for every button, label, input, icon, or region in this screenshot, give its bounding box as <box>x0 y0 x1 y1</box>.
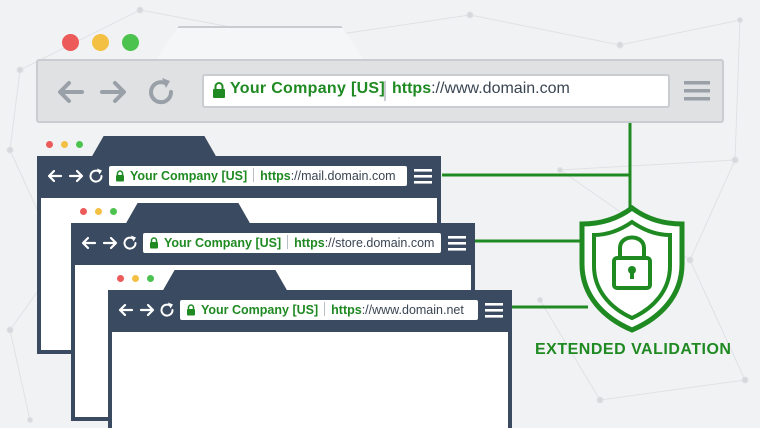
browser-window-net: Your Company [US] https://www.domain.net <box>108 270 512 428</box>
url-text: https://www.domain.com <box>392 80 570 98</box>
address-bar[interactable]: Your Company [US] https://www.domain.com <box>202 74 670 108</box>
url-text: Your Company [US] https://www.domain.net <box>201 302 464 317</box>
window-close-dot[interactable] <box>80 208 87 215</box>
main-browser-window: Your Company [US] https://www.domain.com <box>36 0 724 123</box>
browser-tab[interactable] <box>125 203 251 225</box>
url-text: Your Company [US] https://mail.domain.com <box>130 168 396 183</box>
window-close-dot[interactable] <box>46 141 53 148</box>
url-address: ://store.domain.com <box>324 236 435 250</box>
company-name: Your Company [US] <box>164 236 282 250</box>
url-divider <box>324 302 326 316</box>
window-close-dot[interactable] <box>62 34 79 51</box>
back-arrow-icon[interactable] <box>81 235 97 251</box>
address-bar[interactable]: Your Company [US] https://store.domain.co… <box>143 233 441 253</box>
window-maximize-dot[interactable] <box>76 141 83 148</box>
address-toolbar: Your Company [US] https://www.domain.com <box>36 59 724 123</box>
reload-icon[interactable] <box>159 302 175 318</box>
browser-tab[interactable] <box>91 136 217 158</box>
window-minimize-dot[interactable] <box>132 275 139 282</box>
reload-icon[interactable] <box>122 235 138 251</box>
company-name: Your Company [US] <box>130 169 248 183</box>
url-address: ://www.domain.com <box>431 80 570 97</box>
hamburger-menu-icon[interactable] <box>485 303 503 318</box>
padlock-icon <box>213 82 225 98</box>
address-bar[interactable]: Your Company [US] https://mail.domain.com <box>109 166 407 186</box>
browser-tab[interactable] <box>162 270 288 292</box>
hamburger-menu-icon[interactable] <box>414 169 432 184</box>
url-address: ://www.domain.net <box>361 303 464 317</box>
url-scheme: https <box>260 169 291 183</box>
url-scheme: https <box>294 236 325 250</box>
hamburger-menu-icon[interactable] <box>448 236 466 251</box>
address-toolbar: Your Company [US] https://store.domain.co… <box>71 223 475 265</box>
reload-icon[interactable] <box>88 168 104 184</box>
window-maximize-dot[interactable] <box>122 34 139 51</box>
back-arrow-icon[interactable] <box>118 302 134 318</box>
back-arrow-icon[interactable] <box>47 168 63 184</box>
window-minimize-dot[interactable] <box>95 208 102 215</box>
company-name: Your Company [US] <box>230 80 386 97</box>
reload-icon[interactable] <box>144 75 178 109</box>
shield-padlock-icon <box>579 204 685 333</box>
company-name: Your Company [US] <box>201 303 319 317</box>
window-maximize-dot[interactable] <box>110 208 117 215</box>
address-toolbar: Your Company [US] https://www.domain.net <box>108 290 512 332</box>
forward-arrow-icon[interactable] <box>139 302 155 318</box>
forward-arrow-icon[interactable] <box>102 235 118 251</box>
page-content-area <box>108 332 512 428</box>
window-minimize-dot[interactable] <box>61 141 68 148</box>
padlock-icon <box>187 304 195 316</box>
url-scheme: https <box>392 80 432 97</box>
url-divider <box>384 81 386 101</box>
address-toolbar: Your Company [US] https://mail.domain.com <box>37 156 441 198</box>
url-text: Your Company [US] https://store.domain.co… <box>164 235 434 250</box>
url-divider <box>253 168 255 182</box>
extended-validation-label: EXTENDED VALIDATION <box>535 341 732 358</box>
back-arrow-icon[interactable] <box>54 75 88 109</box>
forward-arrow-icon[interactable] <box>96 75 130 109</box>
padlock-icon <box>116 170 124 182</box>
window-close-dot[interactable] <box>117 275 124 282</box>
forward-arrow-icon[interactable] <box>68 168 84 184</box>
hamburger-menu-icon[interactable] <box>684 79 710 103</box>
window-maximize-dot[interactable] <box>147 275 154 282</box>
url-address: ://mail.domain.com <box>290 169 396 183</box>
url-scheme: https <box>331 303 362 317</box>
window-minimize-dot[interactable] <box>92 34 109 51</box>
padlock-icon <box>150 237 158 249</box>
url-divider <box>287 235 289 249</box>
address-bar[interactable]: Your Company [US] https://www.domain.net <box>180 300 478 320</box>
